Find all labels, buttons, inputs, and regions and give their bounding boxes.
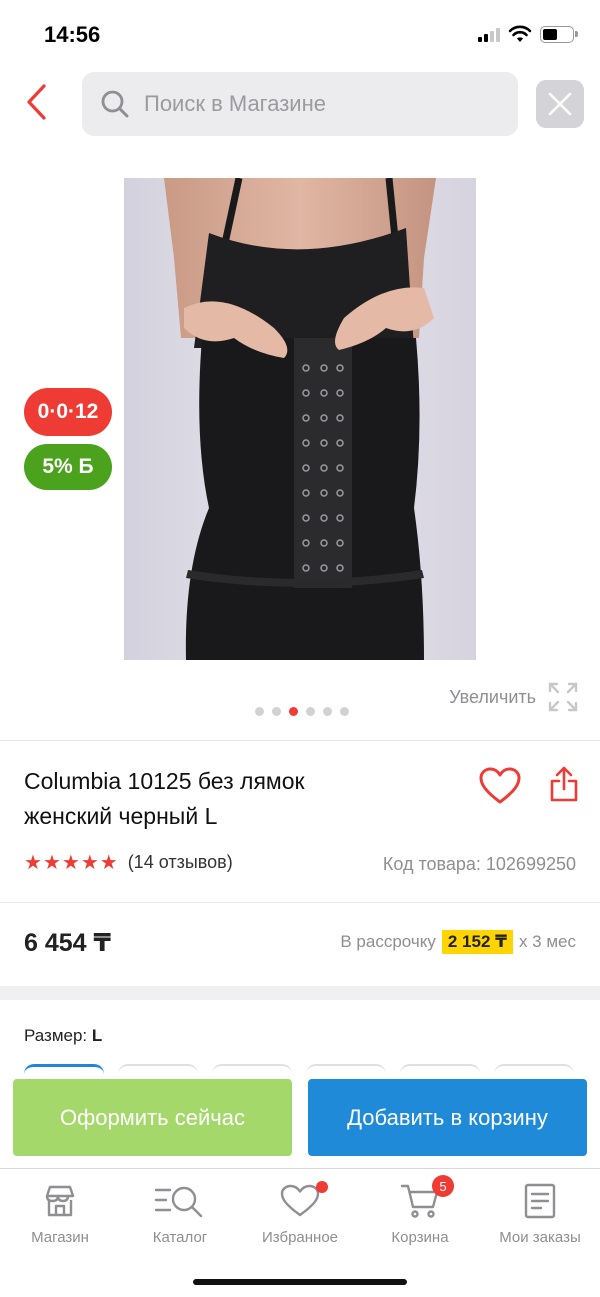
share-icon [550,766,578,802]
tab-orders-label: Мои заказы [499,1229,581,1246]
tab-bar: Магазин Каталог Избранное 5 Корзина Мои … [0,1168,600,1297]
wifi-icon [508,25,532,42]
page-dot[interactable] [272,707,281,716]
tab-cart-label: Корзина [391,1229,449,1246]
signal-icon [478,26,500,42]
installment-prefix: В рассрочку [340,932,436,951]
tab-orders[interactable]: Мои заказы [480,1179,600,1246]
product-title-line1: Columbia 10125 без лямок [24,768,305,794]
page-dot-active[interactable] [289,707,298,716]
installment-amount: 2 152 ₸ [441,930,513,954]
bonus-badge: 5% Б [24,444,112,490]
add-to-cart-button[interactable]: Добавить в корзину [308,1079,587,1156]
zoom-label: Увеличить [449,686,536,707]
close-button[interactable] [536,80,584,128]
rating-stars: ★ ★ ★ ★ ★ [24,853,118,873]
size-option-selected[interactable] [24,1064,104,1074]
search-input[interactable] [144,91,484,117]
favorite-button[interactable] [478,764,522,808]
tab-catalog-label: Каталог [152,1229,208,1246]
star-icon: ★ [80,851,99,874]
rating[interactable]: ★ ★ ★ ★ ★ (14 отзывов) [24,852,233,873]
page-dot[interactable] [255,707,264,716]
chevron-left-icon [27,84,46,120]
search-box[interactable] [82,72,518,136]
size-label-text: Размер: [24,1026,88,1045]
tab-favorites[interactable]: Избранное [240,1179,360,1246]
page-dot[interactable] [340,707,349,716]
header [0,70,600,140]
heart-icon [479,767,521,804]
product-photo [124,178,476,660]
product-title-line2: женский черный L [24,803,218,829]
zoom-button[interactable]: Увеличить [449,682,578,712]
size-option[interactable] [118,1064,198,1074]
tab-favorites-label: Избранное [261,1229,339,1246]
installment-badge: 0·0·12 [24,388,112,436]
page-dot[interactable] [306,707,315,716]
star-icon: ★ [42,851,61,874]
size-option[interactable] [494,1064,574,1074]
size-option[interactable] [212,1064,292,1074]
heart-icon [280,1184,320,1217]
star-icon: ★ [61,851,80,874]
notification-dot [316,1181,328,1193]
status-icons [478,25,578,43]
store-icon [45,1185,75,1217]
size-option[interactable] [306,1064,386,1074]
status-time: 14:56 [44,22,101,47]
size-value: L [91,1026,103,1045]
product-code: Код товара: 102699250 [382,854,576,874]
tab-catalog[interactable]: Каталог [120,1179,240,1246]
orders-icon [524,1183,556,1219]
product-title: Columbia 10125 без лямок женский черный … [24,764,444,834]
order-now-button[interactable]: Оформить сейчас [13,1079,292,1156]
home-indicator [193,1279,407,1285]
catalog-search-icon [154,1186,203,1218]
reviews-count[interactable]: (14 отзывов) [128,852,233,873]
cart-count-badge: 5 [432,1175,454,1197]
search-icon [101,90,129,118]
size-label: Размер: L [24,1026,102,1046]
divider [0,740,600,741]
size-option[interactable] [400,1064,480,1074]
installment-info[interactable]: В рассрочку 2 152 ₸ х 3 мес [340,930,576,954]
share-button[interactable] [542,762,586,806]
installment-suffix: х 3 мес [518,932,576,951]
tab-cart[interactable]: 5 Корзина [360,1175,480,1246]
image-pagination [255,707,349,716]
expand-icon [548,682,578,712]
back-button[interactable] [14,80,58,124]
status-bar: 14:56 [0,0,600,70]
star-icon: ★ [24,851,42,874]
product-image[interactable] [124,178,476,660]
star-icon: ★ [99,851,118,874]
section-divider [0,986,600,1000]
close-icon [548,92,572,116]
product-price: 6 454 ₸ [24,929,111,957]
tab-shop-label: Магазин [31,1229,89,1246]
page-dot[interactable] [323,707,332,716]
battery-icon [540,25,578,43]
size-options [24,1064,574,1074]
tab-shop[interactable]: Магазин [0,1179,120,1246]
divider [0,902,600,903]
